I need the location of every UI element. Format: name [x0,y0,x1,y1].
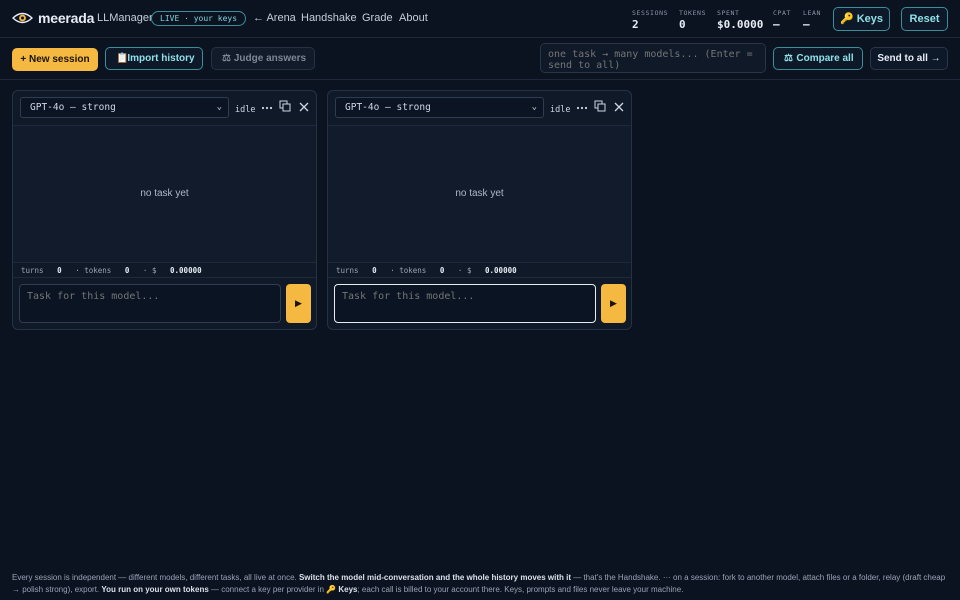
reset-button[interactable]: Reset [901,7,948,31]
nav-handshake[interactable]: Handshake [301,12,357,24]
eye-logo-icon [12,12,33,24]
cost-label: · $ [457,266,472,275]
model-select[interactable]: GPT-4o — strong ⌄ [20,97,229,118]
keys-button[interactable]: 🔑 Keys [833,7,890,31]
stat-label: CPAT [773,9,792,17]
scales-icon: ⚖ [784,53,793,64]
session-header: GPT-4o — strong ⌄ idle [13,91,316,126]
judge-answers-button[interactable]: ⚖ Judge answers [211,47,315,70]
stat-value: 0 [679,18,686,31]
conversation-area: no task yet [13,126,316,262]
clipboard-icon: 📋 [116,53,129,64]
task-input[interactable] [19,284,281,323]
empty-state-text: no task yet [140,188,189,199]
compare-all-button[interactable]: ⚖ Compare all [773,47,863,70]
stat-label: SESSIONS [632,9,669,17]
scales-icon: ⚖ [222,53,231,64]
stat-lean: LEAN — [803,9,821,31]
footer-emphasis: Switch the model mid-conversation and th… [298,573,572,582]
stat-label: LEAN [803,9,822,17]
nav-arena[interactable]: ← Arena [253,12,296,24]
empty-state-text: no task yet [455,188,504,199]
tokens-label: · tokens [75,266,112,275]
close-icon[interactable] [612,100,626,114]
stat-label: SPENT [717,9,740,17]
footer-text: — connect a key per provider in 🔑 [208,584,339,594]
top-bar: meerada LLManager LIVE · your keys ← Are… [0,0,960,38]
import-history-button[interactable]: 📋 Import history [105,47,203,70]
cost-label: · $ [142,266,157,275]
fork-copy-icon[interactable] [278,99,292,113]
model-select-value: GPT-4o — strong [30,102,116,113]
turns-value: 0 [57,266,62,275]
chevron-down-icon: ⌄ [531,102,537,112]
stat-value: $0.0000 [717,18,764,31]
footer-text: Every session is independent — different… [12,573,299,582]
stat-value: — [773,18,780,31]
conversation-area: no task yet [328,126,631,262]
footer-text: ; each call is billed to your account th… [357,584,684,594]
turns-label: turns [336,266,359,275]
tokens-value: 0 [439,266,445,275]
judge-answers-label: Judge answers [233,53,307,64]
session-header: GPT-4o — strong ⌄ idle [328,91,631,126]
footer-emphasis: You run on your own tokens [101,584,209,594]
stat-label: TOKENS [679,9,707,17]
brand-name: meerada [38,10,95,26]
tokens-label: · tokens [390,266,427,275]
session-panel: GPT-4o — strong ⌄ idle no task yet turns… [12,90,317,330]
broadcast-task-input[interactable] [540,43,766,73]
session-metrics: turns 0 · tokens 0 · $ 0.00000 [328,262,631,278]
more-options-icon[interactable] [575,100,589,114]
import-history-label: Import history [127,53,195,64]
compare-all-label: Compare all [796,53,854,64]
chevron-down-icon: ⌄ [216,102,222,112]
tokens-value: 0 [124,266,130,275]
model-select-value: GPT-4o — strong [345,102,431,113]
stat-spent: SPENT $0.0000 [717,9,763,31]
stat-tokens: TOKENS 0 [679,9,706,31]
help-footer: Every session is independent — different… [12,572,948,595]
fork-copy-icon[interactable] [593,99,607,113]
cost-value: 0.00000 [485,266,517,275]
stat-sessions: SESSIONS 2 [632,9,668,31]
toolbar: + New session 📋 Import history ⚖ Judge a… [0,38,960,80]
turns-label: turns [21,266,44,275]
cost-value: 0.00000 [170,266,202,275]
session-metrics: turns 0 · tokens 0 · $ 0.00000 [13,262,316,278]
stat-value: 2 [632,18,639,31]
turns-value: 0 [372,266,377,275]
stat-cpat: CPAT — [773,9,791,31]
session-status: idle [550,105,571,115]
live-badge: LIVE · your keys [151,11,247,26]
close-icon[interactable] [297,100,311,114]
footer-emphasis: Keys [338,584,358,594]
model-select[interactable]: GPT-4o — strong ⌄ [335,97,544,118]
session-status: idle [235,105,256,115]
new-session-button[interactable]: + New session [12,48,98,71]
run-task-button[interactable]: ▶ [286,284,311,323]
session-panel: GPT-4o — strong ⌄ idle no task yet turns… [327,90,632,330]
more-options-icon[interactable] [260,100,274,114]
send-to-all-button[interactable]: Send to all → [870,47,948,70]
task-input[interactable] [334,284,596,323]
app-name: LLManager [97,12,153,24]
run-task-button[interactable]: ▶ [601,284,626,323]
nav-grade[interactable]: Grade [362,12,393,24]
nav-about[interactable]: About [399,12,428,24]
stat-value: — [803,18,810,31]
